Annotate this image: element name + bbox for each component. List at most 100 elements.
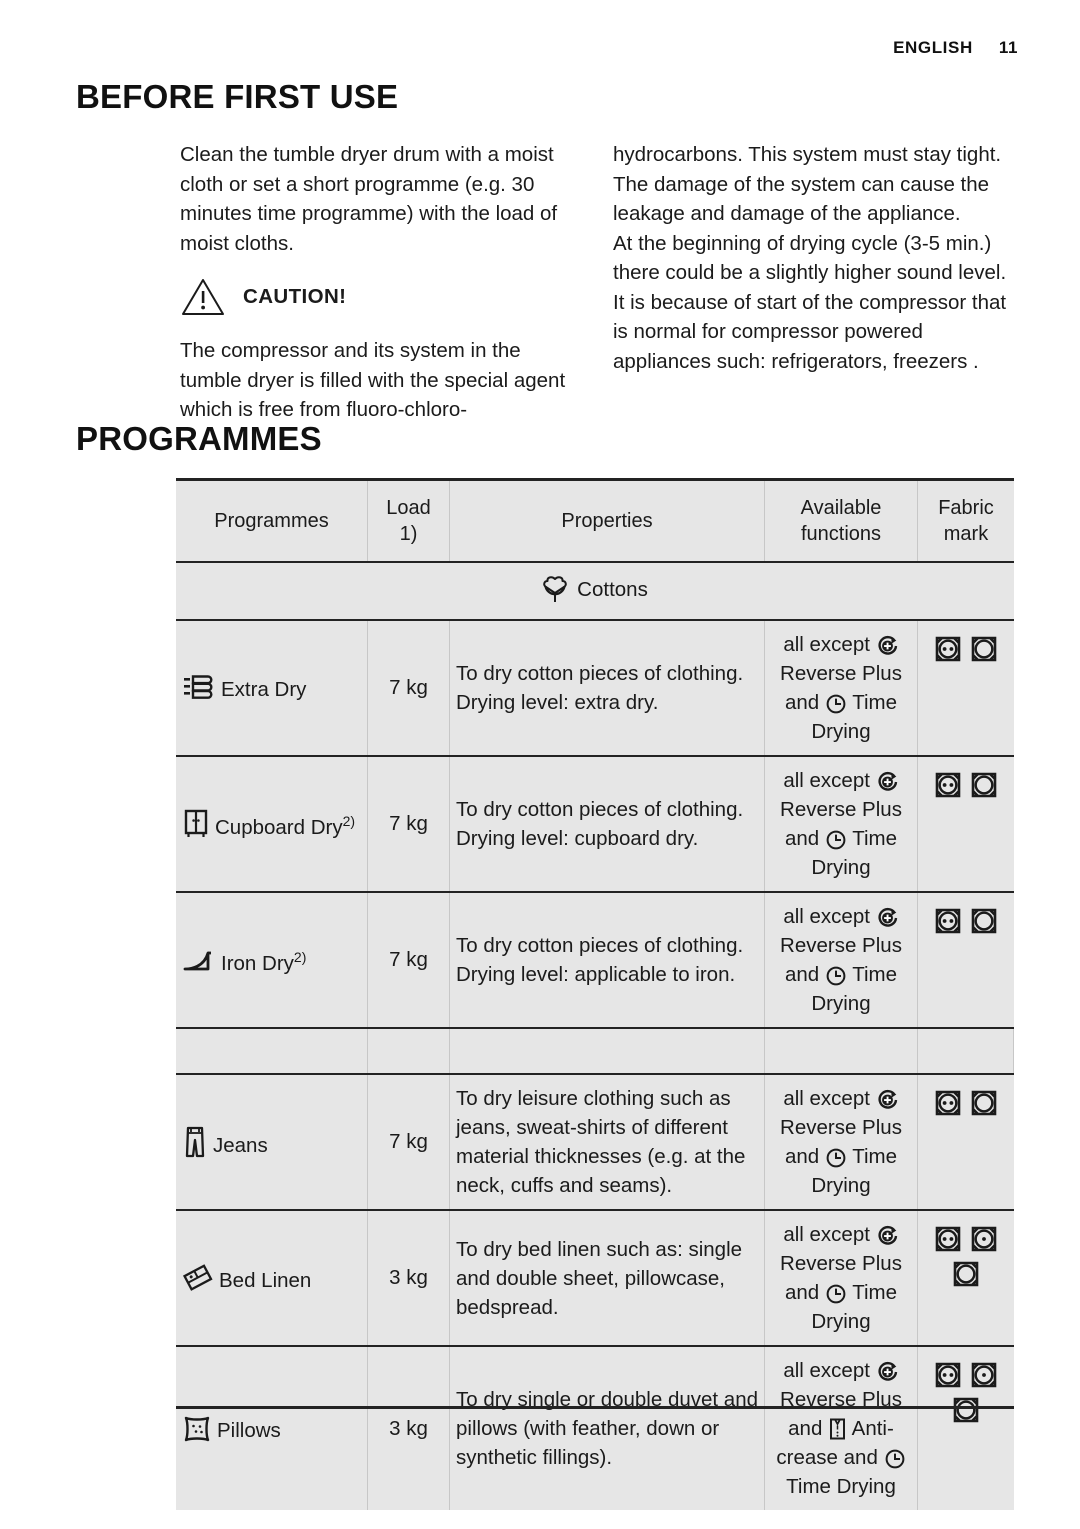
table-row: Jeans 7 kg To dry leisure clothing such … <box>176 1073 1014 1209</box>
tumble-dry-plain-icon <box>969 1088 999 1118</box>
functions-drying-label: Drying <box>811 992 871 1015</box>
load-value: 3 kg <box>389 1416 428 1440</box>
load-cell: 7 kg <box>368 757 450 891</box>
properties-text: To dry cotton pieces of clothing. Drying… <box>456 934 744 986</box>
warning-triangle-icon <box>180 277 226 317</box>
load-value: 3 kg <box>389 1266 428 1289</box>
functions-cell: all except Reverse Plus and <box>765 757 918 891</box>
clock-icon <box>884 1448 906 1470</box>
column-header-properties: Properties <box>450 481 765 561</box>
fabric-mark-cell <box>918 1347 1014 1510</box>
functions-time-label: Time <box>852 963 898 986</box>
load-value: 7 kg <box>389 1130 428 1153</box>
blank-cell <box>450 1029 765 1073</box>
functions-reverse-plus-label: Reverse Plus <box>780 1116 902 1139</box>
fabric-mark-cell <box>918 1211 1014 1345</box>
programme-cell-jeans: Jeans <box>176 1075 368 1209</box>
table-category-row-cottons: Cottons <box>176 561 1014 619</box>
functions-time-label: Time <box>852 1145 898 1168</box>
running-header: ENGLISH 11 <box>893 38 1018 58</box>
properties-cell: To dry single or double duvet and pillow… <box>450 1347 765 1510</box>
tumble-dry-plain-icon <box>951 1259 981 1289</box>
tumble-dry-plain-icon <box>969 770 999 800</box>
reverse-plus-icon <box>876 634 899 657</box>
column-header-fabric-line1: Fabric <box>938 497 994 519</box>
tumble-dry-two-dots-icon <box>933 770 963 800</box>
programme-footnote: 2) <box>342 812 356 829</box>
programme-cell-extra-dry: Extra Dry <box>176 621 368 755</box>
column-header-programmes: Programmes <box>176 481 368 561</box>
properties-cell: To dry bed linen such as: single and dou… <box>450 1211 765 1345</box>
functions-reverse-plus-label: Reverse Plus <box>780 798 902 821</box>
column-header-available-functions: Available functions <box>765 481 918 561</box>
folded-laundry-stack-icon <box>182 673 216 703</box>
table-row: Extra Dry 7 kg To dry cotton pieces of c… <box>176 619 1014 755</box>
functions-and: and <box>784 691 820 714</box>
properties-text: To dry bed linen such as: single and dou… <box>456 1237 743 1319</box>
functions-reverse-plus-label: Reverse Plus <box>780 934 902 957</box>
functions-and: and <box>784 1281 820 1304</box>
functions-cell: all except Reverse Plus and <box>765 893 918 1027</box>
right-paragraph-2: At the beginning of drying cycle (3-5 mi… <box>613 231 1007 373</box>
load-value: 7 kg <box>389 948 428 971</box>
blank-cell <box>765 1029 918 1073</box>
column-header-load-label: Load <box>386 497 431 519</box>
blank-cell <box>368 1029 450 1073</box>
properties-text: To dry cotton pieces of clothing. Drying… <box>456 662 744 714</box>
properties-cell: To dry leisure clothing such as jeans, s… <box>450 1075 765 1209</box>
programme-name: Cupboard Dry <box>215 815 343 839</box>
tumble-dry-plain-icon <box>969 634 999 664</box>
iron-icon <box>182 948 216 976</box>
column-header-properties-label: Properties <box>561 510 653 532</box>
properties-cell: To dry cotton pieces of clothing. Drying… <box>450 757 765 891</box>
clock-icon <box>825 1147 847 1169</box>
anti-crease-shirt-icon <box>828 1417 847 1441</box>
load-cell: 7 kg <box>368 1075 450 1209</box>
left-text-column: Clean the tumble dryer drum with a moist… <box>180 140 572 425</box>
cotton-boll-icon <box>542 575 568 605</box>
functions-reverse-plus-label: Reverse Plus <box>780 662 902 685</box>
table-row: Iron Dry2) 7 kg To dry cotton pieces of … <box>176 891 1014 1027</box>
functions-cell: all except Reverse Plus and <box>765 1075 918 1209</box>
functions-cell: all except Reverse Plus and <box>765 1347 918 1510</box>
blank-cell <box>176 1029 368 1073</box>
load-cell: 3 kg <box>368 1211 450 1345</box>
programme-cell-cupboard-dry: Cupboard Dry2) <box>176 757 368 891</box>
manual-page: ENGLISH 11 BEFORE FIRST USE Clean the tu… <box>0 0 1080 1529</box>
left-paragraph-1: Clean the tumble dryer drum with a moist… <box>180 143 558 255</box>
load-cell: 7 kg <box>368 893 450 1027</box>
functions-and: and <box>784 963 820 986</box>
caution-block: CAUTION! <box>180 277 572 317</box>
tumble-dry-one-dot-icon <box>969 1224 999 1254</box>
header-language: ENGLISH <box>893 38 973 57</box>
column-header-functions-line1: Available <box>800 497 882 519</box>
tumble-dry-two-dots-icon <box>933 906 963 936</box>
column-header-programmes-label: Programmes <box>214 510 329 532</box>
functions-and: and <box>784 1145 820 1168</box>
functions-cell: all except Reverse Plus and <box>765 1211 918 1345</box>
column-header-load-footnote: 1) <box>399 523 418 545</box>
load-value: 7 kg <box>389 676 428 699</box>
clock-icon <box>825 1283 847 1305</box>
clock-icon <box>825 829 847 851</box>
functions-anticrease-continuation: crease and <box>776 1446 878 1469</box>
table-row: Bed Linen 3 kg To dry bed linen such as:… <box>176 1209 1014 1345</box>
functions-prefix: all except <box>783 1359 870 1382</box>
table-bottom-rule <box>176 1406 1014 1409</box>
functions-and: and <box>788 1417 823 1440</box>
load-cell: 7 kg <box>368 621 450 755</box>
tumble-dry-plain-icon <box>969 906 999 936</box>
functions-prefix: all except <box>783 633 870 656</box>
caution-label: CAUTION! <box>243 285 347 309</box>
table-header-row: Programmes Load 1) Properties Available … <box>176 481 1014 561</box>
category-cottons-label: Cottons <box>577 578 648 601</box>
functions-drying-label: Drying <box>811 1174 871 1197</box>
functions-time-label: Time <box>852 691 898 714</box>
load-value: 7 kg <box>389 812 428 835</box>
programme-name: Iron Dry <box>221 951 294 975</box>
column-header-load: Load 1) <box>368 481 450 561</box>
table-row: Pillows 3 kg To dry single or double duv… <box>176 1345 1014 1510</box>
functions-cell: all except Reverse Plus and <box>765 621 918 755</box>
tumble-dry-two-dots-icon <box>933 1224 963 1254</box>
table-row: Cupboard Dry2) 7 kg To dry cotton pieces… <box>176 755 1014 891</box>
